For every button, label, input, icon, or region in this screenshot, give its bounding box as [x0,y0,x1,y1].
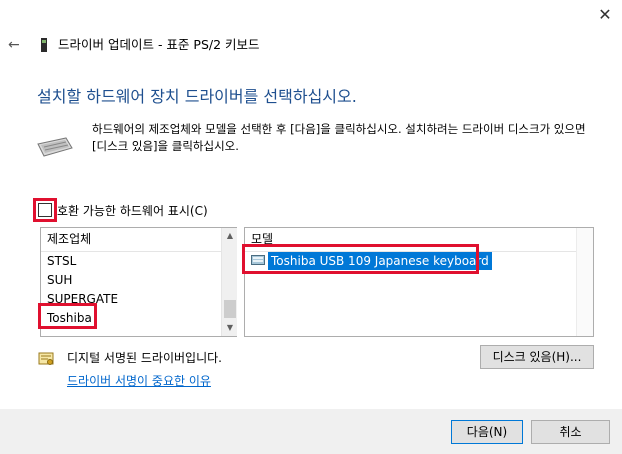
signed-driver-text: 디지털 서명된 드라이버입니다. [67,351,222,365]
close-button[interactable]: ✕ [592,4,618,26]
scroll-up-icon[interactable]: ▲ [222,228,238,244]
next-button[interactable]: 다음(N) [451,420,523,444]
manufacturer-highlight [38,303,97,329]
model-highlight [242,244,479,274]
list-item[interactable]: STSL [47,252,76,270]
window-title: 드라이버 업데이트 - 표준 PS/2 키보드 [58,37,260,52]
instructions-text: 하드웨어의 제조업체와 모델을 선택한 후 [다음]을 클릭하십시오. 설치하려… [92,122,586,153]
compatible-hardware-label[interactable]: 호환 가능한 하드웨어 표시(C) [57,203,208,219]
cancel-button[interactable]: 취소 [531,420,610,444]
scroll-down-icon[interactable]: ▼ [222,320,238,336]
signing-info-link[interactable]: 드라이버 서명이 중요한 이유 [67,373,211,389]
manufacturer-header: 제조업체 [41,228,221,252]
compatible-hardware-checkbox[interactable] [38,203,52,217]
back-arrow-icon[interactable]: ← [8,36,24,54]
keyboard-icon [36,136,74,158]
page-heading: 설치할 하드웨어 장치 드라이버를 선택하십시오. [37,87,357,106]
manufacturer-scrollbar[interactable]: ▲ ▼ [221,228,237,336]
scroll-thumb[interactable] [224,300,236,318]
footer-bar [0,409,622,454]
model-scrollbar[interactable] [576,228,593,336]
certificate-icon [38,351,54,367]
list-item[interactable]: SUH [47,271,72,289]
have-disk-button[interactable]: 디스크 있음(H)... [480,345,594,369]
device-icon [40,38,48,52]
